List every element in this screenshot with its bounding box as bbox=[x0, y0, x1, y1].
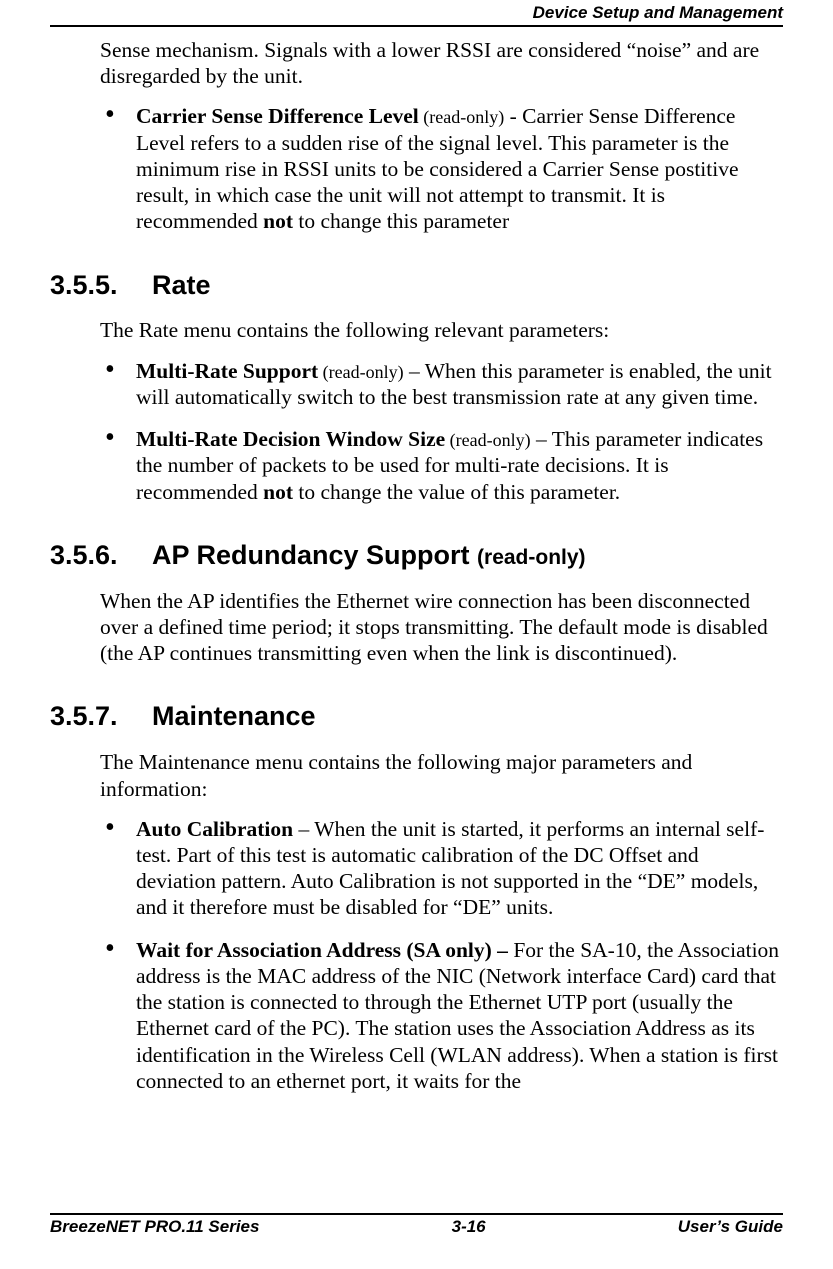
paragraph: The Rate menu contains the following rel… bbox=[100, 317, 780, 343]
section-number: 3.5.5. bbox=[50, 269, 152, 302]
emphasis-not: not bbox=[263, 209, 293, 233]
footer-row: BreezeNET PRO.11 Series 3-16 User’s Guid… bbox=[50, 1217, 783, 1237]
sep: – bbox=[404, 359, 425, 383]
sep: – bbox=[293, 817, 314, 841]
item-title: Auto Calibration bbox=[136, 817, 293, 841]
sep: - bbox=[504, 104, 522, 128]
list-item: Wait for Association Address (SA only) –… bbox=[100, 937, 780, 1094]
read-only-annot: (read-only) bbox=[445, 430, 530, 450]
header-rule bbox=[50, 25, 783, 27]
continued-paragraph: Sense mechanism. Signals with a lower RS… bbox=[100, 37, 780, 89]
paragraph: The Maintenance menu contains the follow… bbox=[100, 749, 780, 801]
section-heading-maintenance: 3.5.7. Maintenance bbox=[50, 700, 780, 733]
section-number: 3.5.7. bbox=[50, 700, 152, 733]
footer-right: User’s Guide bbox=[678, 1217, 783, 1237]
section-title-text: AP Redundancy Support bbox=[152, 540, 477, 570]
read-only-annot: (read-only) bbox=[318, 362, 403, 382]
read-only-annot: (read-only) bbox=[419, 107, 504, 127]
page: Device Setup and Management Sense mechan… bbox=[0, 0, 833, 1269]
running-header: Device Setup and Management bbox=[50, 3, 783, 25]
footer-left: BreezeNET PRO.11 Series bbox=[50, 1217, 259, 1237]
sep: – bbox=[531, 427, 552, 451]
list-item: Auto Calibration – When the unit is star… bbox=[100, 816, 780, 921]
section-heading-ap-redundancy: 3.5.6. AP Redundancy Support (read-only) bbox=[50, 539, 780, 572]
emphasis-not: not bbox=[263, 480, 293, 504]
footer: BreezeNET PRO.11 Series 3-16 User’s Guid… bbox=[50, 1213, 783, 1237]
item-title: Wait for Association Address (SA only) – bbox=[136, 938, 513, 962]
bullet-list: Multi-Rate Support (read-only) – When th… bbox=[100, 358, 780, 505]
section-title: Rate bbox=[152, 269, 211, 302]
section-title: Maintenance bbox=[152, 700, 316, 733]
list-item: Multi-Rate Support (read-only) – When th… bbox=[100, 358, 780, 410]
bullet-list: Auto Calibration – When the unit is star… bbox=[100, 816, 780, 1094]
footer-center: 3-16 bbox=[452, 1217, 486, 1237]
section-annot: (read-only) bbox=[477, 546, 586, 569]
footer-rule bbox=[50, 1213, 783, 1215]
item-body: to change this parameter bbox=[293, 209, 509, 233]
paragraph: When the AP identifies the Ethernet wire… bbox=[100, 588, 780, 667]
section-number: 3.5.6. bbox=[50, 539, 152, 572]
item-body: to change the value of this parameter. bbox=[293, 480, 620, 504]
item-title: Multi-Rate Support bbox=[136, 359, 318, 383]
section-heading-rate: 3.5.5. Rate bbox=[50, 269, 780, 302]
bullet-list: Carrier Sense Difference Level (read-onl… bbox=[100, 103, 780, 234]
section-title: AP Redundancy Support (read-only) bbox=[152, 539, 586, 572]
item-title: Carrier Sense Difference Level bbox=[136, 104, 419, 128]
list-item: Multi-Rate Decision Window Size (read-on… bbox=[100, 426, 780, 505]
list-item: Carrier Sense Difference Level (read-onl… bbox=[100, 103, 780, 234]
body-column: Sense mechanism. Signals with a lower RS… bbox=[50, 37, 783, 1094]
item-title: Multi-Rate Decision Window Size bbox=[136, 427, 445, 451]
